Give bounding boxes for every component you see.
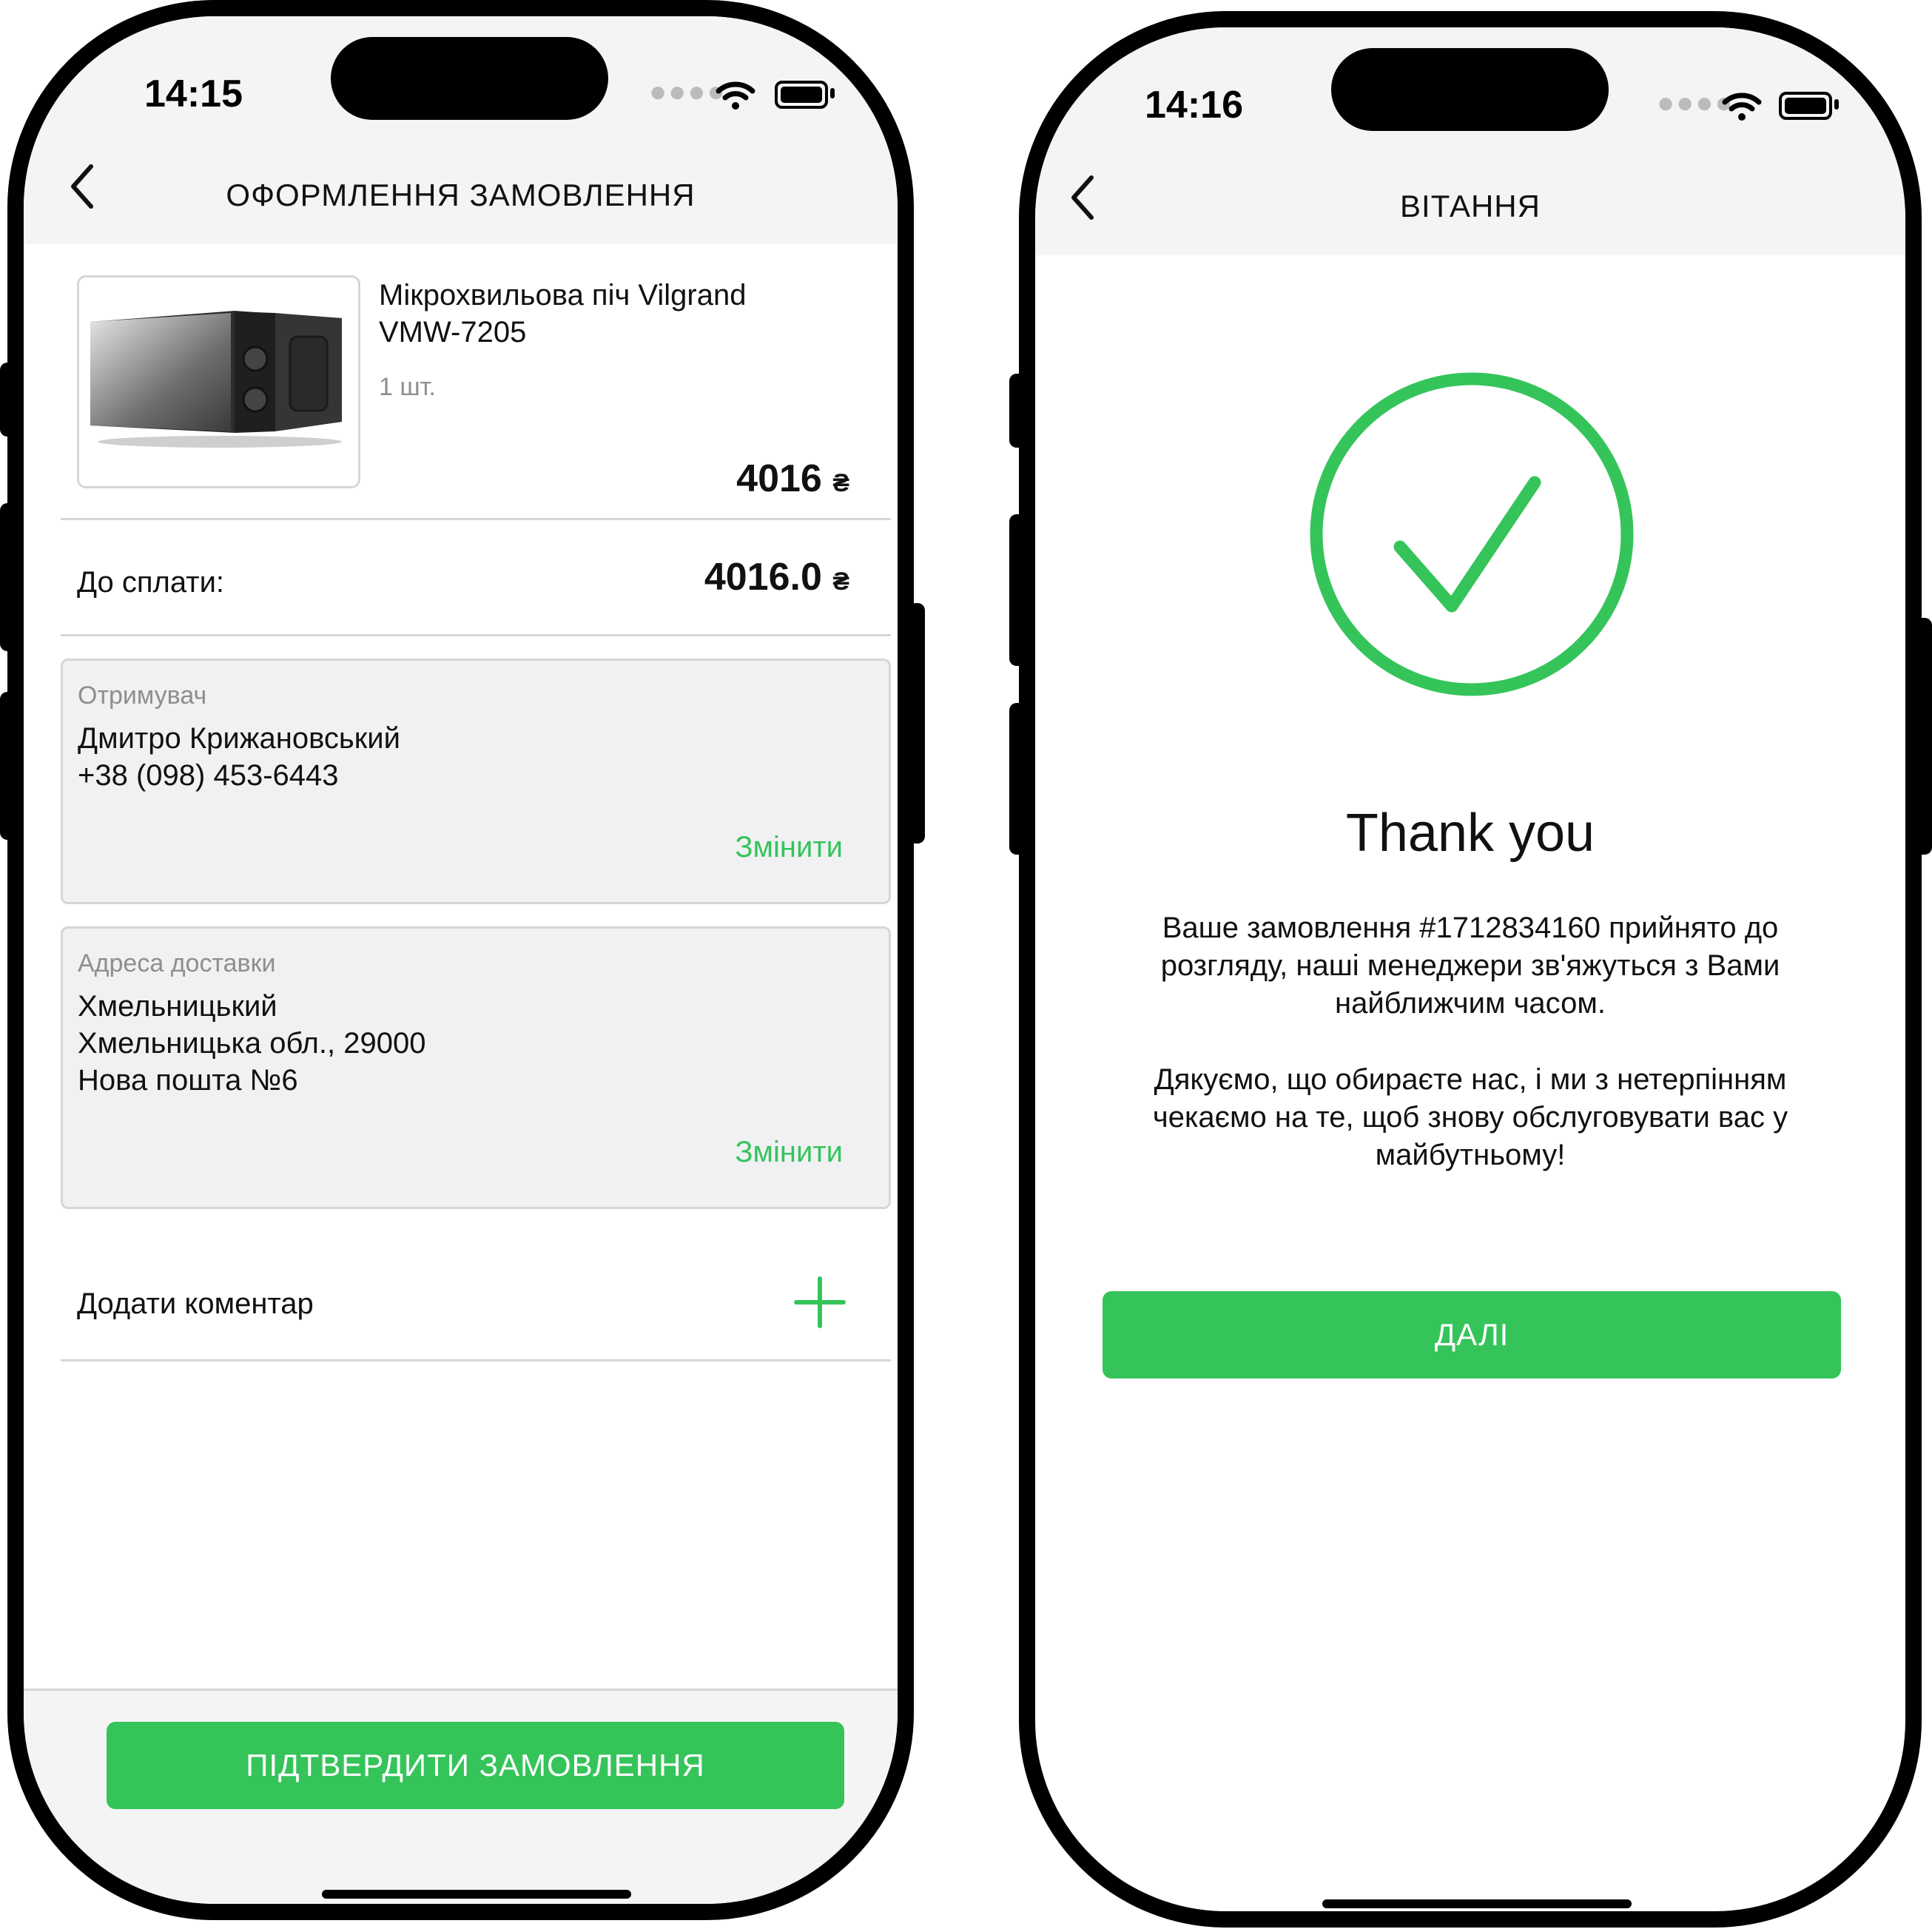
- product-qty: 1 шт.: [379, 373, 436, 401]
- thanks-message: Дякуємо, що обираєте нас, і ми з нетерпі…: [1035, 1061, 1905, 1174]
- next-button[interactable]: ДАЛІ: [1103, 1291, 1841, 1378]
- address-card: Адреса доставки Хмельницький Хмельницька…: [61, 926, 891, 1209]
- success-check-icon: [1310, 372, 1634, 696]
- dynamic-island: [331, 37, 608, 120]
- total-label: До сплати:: [77, 566, 225, 599]
- order-message-line3: найближчим часом.: [1335, 987, 1606, 1020]
- product-name-line1[interactable]: Мікрохвильова піч Vilgrand: [379, 277, 746, 314]
- thanks-message-line2: чекаємо на те, щоб знову обслуговувати в…: [1152, 1101, 1788, 1134]
- total-amount: 4016.0 ₴: [704, 555, 849, 599]
- plus-icon[interactable]: [793, 1276, 846, 1329]
- thanks-message-line3: майбутньому!: [1375, 1139, 1566, 1171]
- left-phone: 14:15 ●●●● ОФОРМЛЕННЯ ЗАМОВЛЕННЯ Мікрохв…: [7, 0, 914, 1920]
- product-price-currency: ₴: [832, 469, 849, 497]
- total-amount-value: 4016.0: [704, 556, 822, 599]
- signal-dots: ●●●●: [649, 75, 727, 108]
- order-message-line1: Ваше замовлення #1712834160 прийнято до: [1162, 912, 1779, 944]
- divider: [61, 1359, 891, 1361]
- wifi-icon: [1722, 92, 1762, 121]
- product-image[interactable]: [77, 275, 360, 488]
- wifi-icon: [716, 81, 755, 110]
- divider: [61, 634, 891, 636]
- address-branch: Нова пошта №6: [78, 1064, 298, 1097]
- product-price-value: 4016: [736, 457, 822, 500]
- address-label: Адреса доставки: [78, 949, 276, 977]
- address-region: Хмельницька обл., 29000: [78, 1027, 426, 1060]
- product-price: 4016 ₴: [736, 457, 849, 501]
- page-title: ВІТАННЯ: [1400, 189, 1541, 223]
- home-indicator: [1322, 1899, 1632, 1908]
- divider: [61, 518, 891, 520]
- battery-tip: [830, 88, 835, 98]
- microwave-image: [90, 311, 342, 448]
- page-title: ОФОРМЛЕННЯ ЗАМОВЛЕННЯ: [226, 178, 696, 212]
- thanks-message-line1: Дякуємо, що обираєте нас, і ми з нетерпі…: [1154, 1063, 1787, 1096]
- product-name-line2[interactable]: VMW-7205: [379, 314, 526, 351]
- confirm-order-button[interactable]: ПІДТВЕРДИТИ ЗАМОВЛЕННЯ: [107, 1722, 844, 1809]
- recipient-card: Отримувач Дмитро Крижановський +38 (098)…: [61, 659, 891, 904]
- recipient-name: Дмитро Крижановський: [78, 722, 400, 755]
- home-indicator: [322, 1890, 631, 1899]
- recipient-label: Отримувач: [78, 681, 207, 710]
- right-phone: 14:16 ●●●● ВІТАННЯ Thank you Ваше замовл…: [1019, 11, 1922, 1928]
- change-address-button[interactable]: Змінити: [735, 1136, 843, 1169]
- dynamic-island: [1331, 48, 1609, 131]
- status-time: 14:16: [1145, 84, 1243, 127]
- recipient-phone: +38 (098) 453-6443: [78, 759, 339, 792]
- order-message-line2: розгляду, наші менеджери зв'яжуться з Ва…: [1160, 949, 1780, 982]
- total-amount-currency: ₴: [832, 568, 849, 596]
- change-recipient-button[interactable]: Змінити: [735, 831, 843, 864]
- status-time: 14:15: [144, 73, 243, 115]
- battery-icon: [1779, 92, 1832, 120]
- thank-you-heading: Thank you: [1345, 804, 1595, 863]
- battery-icon: [775, 81, 828, 109]
- battery-tip: [1834, 99, 1839, 110]
- order-message: Ваше замовлення #1712834160 прийнято до …: [1035, 909, 1905, 1023]
- add-comment-label[interactable]: Додати коментар: [77, 1285, 314, 1322]
- address-city: Хмельницький: [78, 990, 277, 1023]
